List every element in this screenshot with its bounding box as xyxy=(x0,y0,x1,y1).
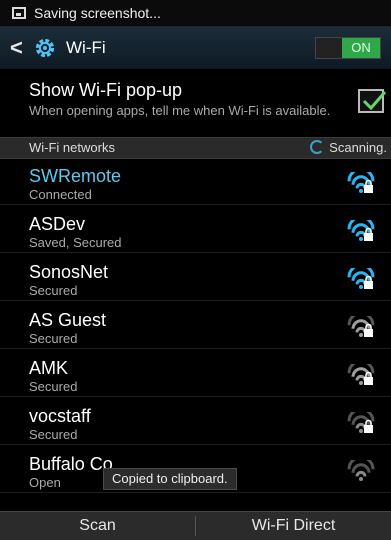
action-bar: < Wi-Fi ON xyxy=(0,27,391,69)
page-title: Wi-Fi xyxy=(66,38,106,57)
network-item[interactable]: AS Guest Secured xyxy=(0,306,391,349)
network-item[interactable]: AMK Secured xyxy=(0,354,391,397)
screenshot-icon xyxy=(12,7,26,19)
network-item[interactable]: SonosNet Secured xyxy=(0,258,391,301)
scan-button[interactable]: Scan xyxy=(0,517,195,535)
setting-description: When opening apps, tell me when Wi-Fi is… xyxy=(29,103,331,118)
network-item[interactable]: vocstaff Secured xyxy=(0,402,391,445)
gear-icon[interactable] xyxy=(34,37,56,59)
network-status: Secured xyxy=(29,427,78,442)
bottom-bar: Scan Wi-Fi Direct xyxy=(0,511,391,540)
section-label: Wi-Fi networks xyxy=(29,140,115,155)
network-name: ASDev xyxy=(29,214,86,234)
wifi-locked-icon xyxy=(347,364,375,385)
wifi-icon xyxy=(347,460,375,481)
wifi-locked-icon xyxy=(347,268,375,289)
network-name: AMK xyxy=(29,358,69,378)
network-name: SWRemote xyxy=(29,166,122,186)
wifi-toggle[interactable]: ON xyxy=(315,37,381,59)
scanning-text: Scanning. xyxy=(329,140,387,155)
network-item[interactable]: ASDev Saved, Secured xyxy=(0,210,391,253)
network-status: Secured xyxy=(29,331,78,346)
setting-title: Show Wi-Fi pop-up xyxy=(29,80,183,100)
checkmark-icon xyxy=(362,91,387,111)
network-name: vocstaff xyxy=(29,406,91,426)
popup-checkbox[interactable] xyxy=(358,89,387,113)
toast-message: Copied to clipboard. xyxy=(103,468,237,490)
scanning-indicator: Scanning. xyxy=(310,138,387,158)
network-status: Open xyxy=(29,475,61,490)
wifi-locked-icon xyxy=(347,172,375,193)
show-popup-setting[interactable]: Show Wi-Fi pop-up When opening apps, tel… xyxy=(0,72,391,130)
back-icon[interactable]: < xyxy=(10,35,28,61)
network-name: SonosNet xyxy=(29,262,109,282)
network-name: AS Guest xyxy=(29,310,107,330)
network-name: Buffalo Co xyxy=(29,454,113,474)
network-status: Secured xyxy=(29,283,78,298)
wifi-locked-icon xyxy=(347,220,375,241)
spinner-icon xyxy=(310,140,325,154)
status-text: Saving screenshot... xyxy=(34,5,161,21)
network-item[interactable]: SWRemote Connected xyxy=(0,162,391,205)
wifi-locked-icon xyxy=(347,412,375,433)
wifi-locked-icon xyxy=(347,316,375,337)
networks-section-header: Wi-Fi networks Scanning. xyxy=(0,137,391,159)
network-status: Saved, Secured xyxy=(29,235,122,250)
status-bar: Saving screenshot... xyxy=(0,0,391,27)
toggle-on-label: ON xyxy=(342,38,380,58)
network-status: Connected xyxy=(29,187,92,202)
wifi-direct-button[interactable]: Wi-Fi Direct xyxy=(196,517,391,535)
network-status: Secured xyxy=(29,379,78,394)
